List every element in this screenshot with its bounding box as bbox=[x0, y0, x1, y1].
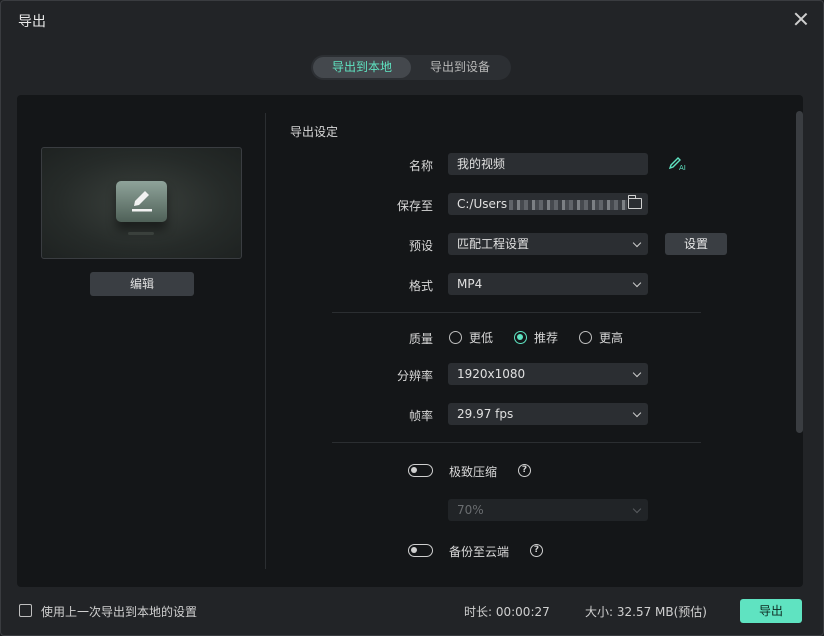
save-path-text: C:/Users bbox=[457, 197, 508, 211]
chevron-down-icon bbox=[632, 408, 642, 418]
cloud-backup-label: 备份至云端 bbox=[449, 545, 510, 559]
preset-label: 预设 bbox=[408, 239, 433, 253]
export-tabs: 导出到本地 导出到设备 bbox=[311, 55, 511, 80]
resolution-value: 1920x1080 bbox=[457, 367, 526, 381]
format-value: MP4 bbox=[457, 277, 483, 291]
resolution-select[interactable]: 1920x1080 bbox=[448, 363, 648, 385]
cloud-backup-toggle[interactable] bbox=[408, 544, 433, 557]
save-path-field[interactable]: C:/Users bbox=[448, 193, 648, 215]
export-button[interactable]: 导出 bbox=[740, 599, 802, 623]
chevron-down-icon bbox=[632, 278, 642, 288]
name-label: 名称 bbox=[408, 159, 433, 173]
tab-export-local[interactable]: 导出到本地 bbox=[313, 57, 411, 78]
quality-high-label: 更高 bbox=[599, 331, 624, 345]
compress-label: 极致压缩 bbox=[449, 465, 498, 479]
svg-text:AI: AI bbox=[679, 164, 686, 172]
preset-settings-button[interactable]: 设置 bbox=[665, 233, 727, 255]
dialog-title: 导出 bbox=[18, 14, 46, 30]
tab-export-device[interactable]: 导出到设备 bbox=[411, 57, 509, 78]
quality-high-radio[interactable] bbox=[579, 331, 593, 344]
chevron-down-icon bbox=[632, 504, 642, 514]
edit-button[interactable]: 编辑 bbox=[90, 272, 194, 296]
name-input[interactable]: 我的视频 bbox=[448, 153, 648, 175]
section-title: 导出设定 bbox=[290, 125, 339, 139]
help-icon[interactable]: ? bbox=[530, 544, 543, 557]
folder-icon[interactable] bbox=[627, 195, 642, 209]
footer-bar: 使用上一次导出到本地的设置 时长: 00:00:27 大小: 32.57 MB(… bbox=[1, 597, 823, 625]
help-icon[interactable]: ? bbox=[518, 464, 531, 477]
framerate-label: 帧率 bbox=[408, 409, 433, 423]
vertical-divider bbox=[265, 113, 266, 569]
compress-level-value: 70% bbox=[457, 503, 484, 517]
path-redaction bbox=[509, 199, 628, 210]
resolution-label: 分辨率 bbox=[396, 369, 433, 383]
scrollbar[interactable] bbox=[796, 111, 803, 433]
chevron-down-icon bbox=[632, 238, 642, 248]
quality-recommended-label: 推荐 bbox=[534, 331, 559, 345]
format-select[interactable]: MP4 bbox=[448, 273, 648, 295]
export-dialog: 导出 导出到本地 导出到设备 编辑 导出设定 名称 我的视频 AI 保存至 C:… bbox=[0, 0, 824, 636]
video-thumbnail bbox=[41, 147, 242, 259]
framerate-select[interactable]: 29.97 fps bbox=[448, 403, 648, 425]
remember-settings-label: 使用上一次导出到本地的设置 bbox=[41, 605, 198, 619]
settings-panel: 编辑 导出设定 名称 我的视频 AI 保存至 C:/Users 预设 匹配工程设… bbox=[17, 95, 803, 587]
framerate-value: 29.97 fps bbox=[457, 407, 514, 421]
ai-rename-icon[interactable]: AI bbox=[668, 156, 688, 176]
thumbnail-reflection bbox=[128, 232, 154, 235]
pencil-icon bbox=[116, 181, 167, 222]
format-label: 格式 bbox=[408, 279, 433, 293]
save-to-label: 保存至 bbox=[396, 199, 433, 213]
quality-radio-group: 更低 推荐 更高 bbox=[449, 329, 644, 346]
chevron-down-icon bbox=[632, 368, 642, 378]
preset-value: 匹配工程设置 bbox=[457, 237, 530, 251]
remember-settings-checkbox[interactable] bbox=[19, 604, 32, 617]
close-icon[interactable] bbox=[793, 11, 809, 27]
compress-level-select: 70% bbox=[448, 499, 648, 521]
quality-recommended-radio[interactable] bbox=[514, 331, 528, 344]
compress-toggle[interactable] bbox=[408, 464, 433, 477]
duration-readout: 时长: 00:00:27 bbox=[464, 605, 550, 619]
size-readout: 大小: 32.57 MB(预估) bbox=[585, 605, 707, 619]
quality-label: 质量 bbox=[408, 332, 433, 346]
quality-low-label: 更低 bbox=[469, 331, 494, 345]
quality-low-radio[interactable] bbox=[449, 331, 462, 344]
section-divider bbox=[332, 312, 701, 313]
preset-select[interactable]: 匹配工程设置 bbox=[448, 233, 648, 255]
section-divider bbox=[332, 442, 701, 443]
